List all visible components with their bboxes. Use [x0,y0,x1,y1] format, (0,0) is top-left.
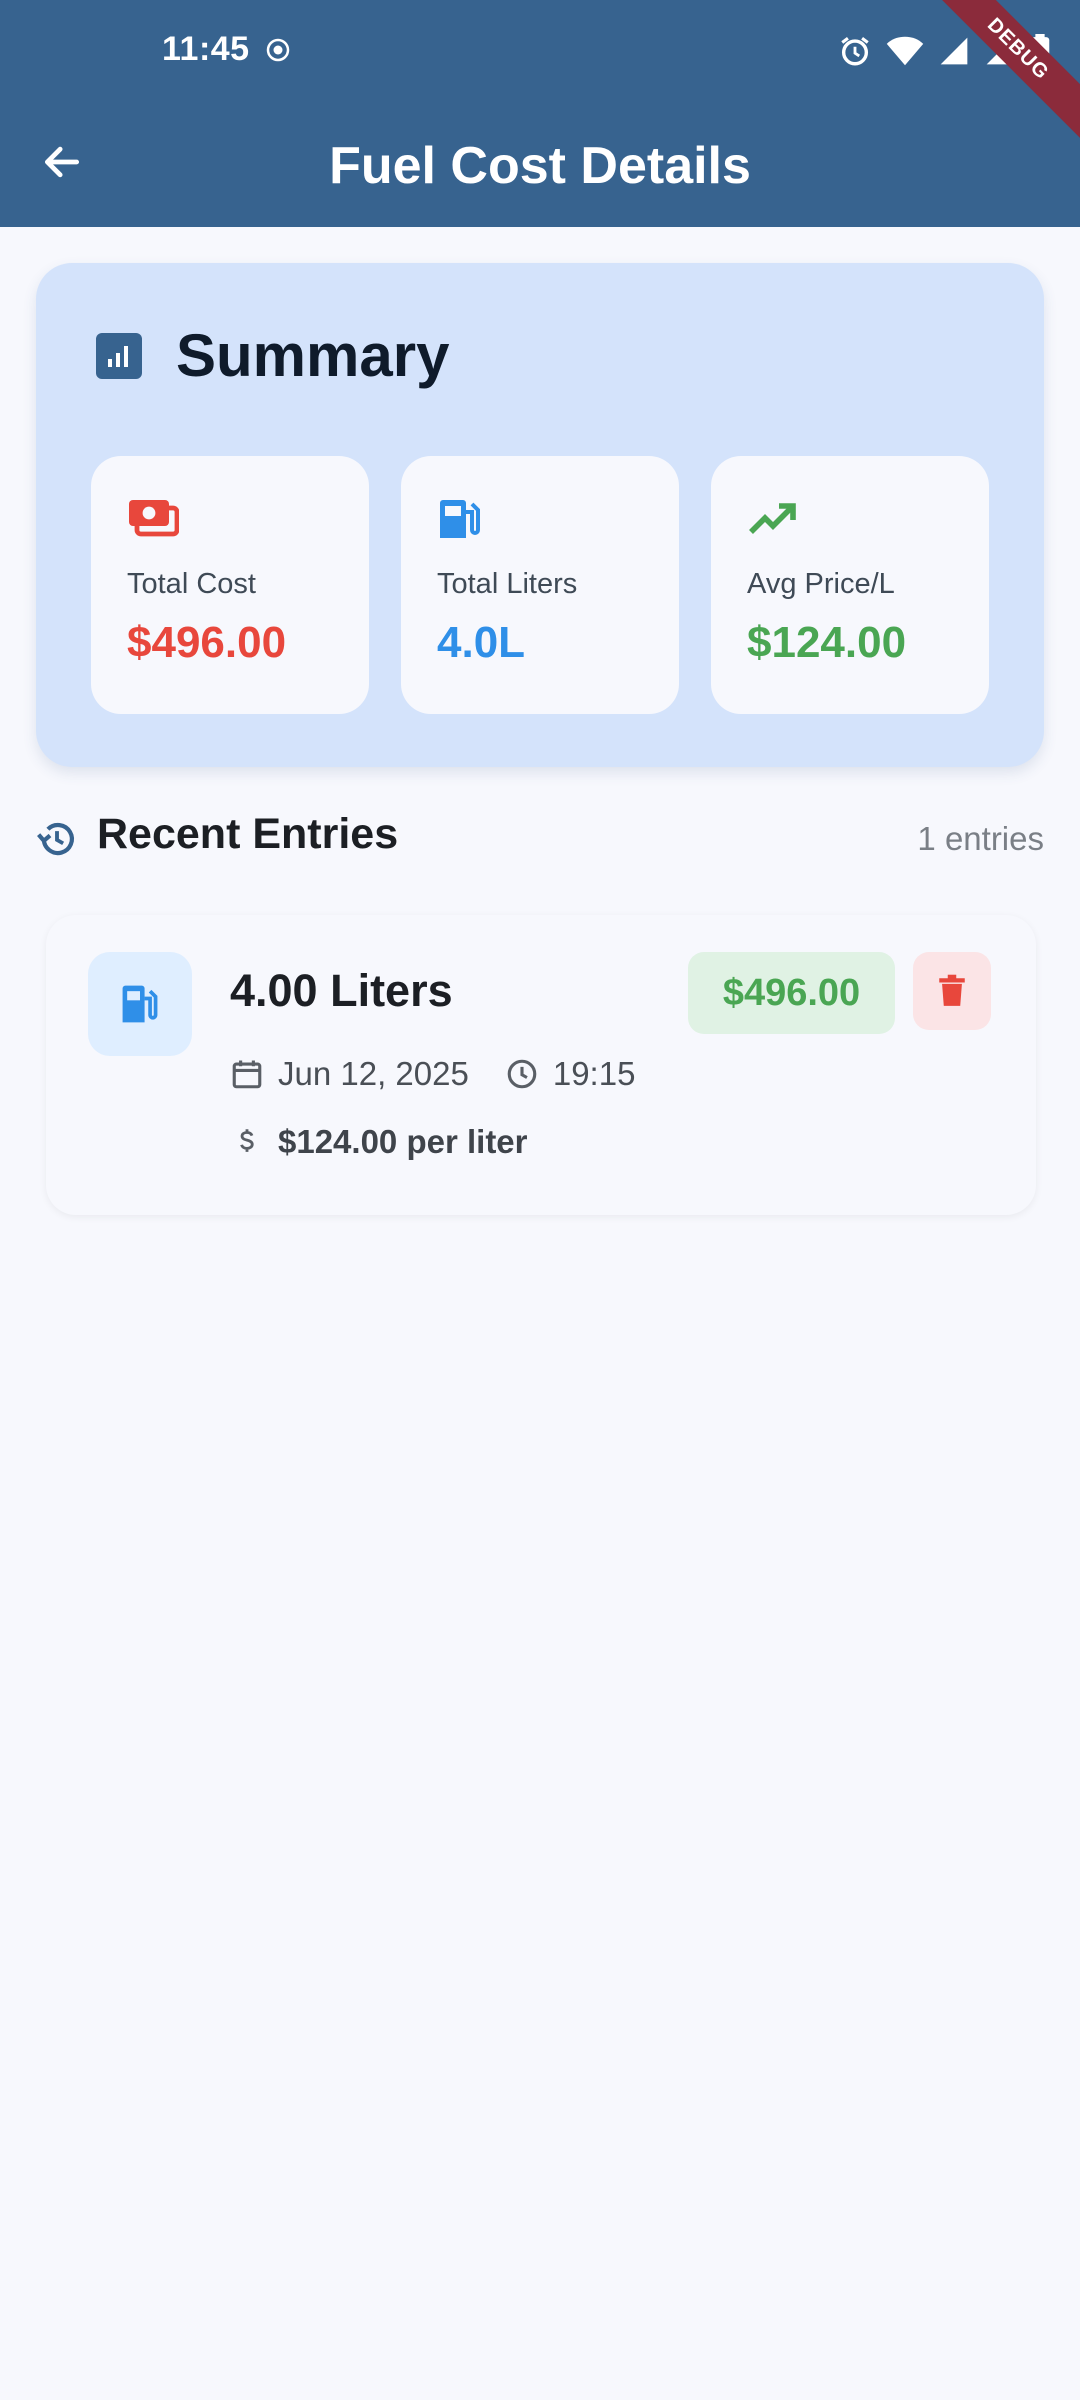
wifi-icon [886,36,924,66]
stat-label: Total Cost [127,568,256,600]
app-bar: 11:45 DEBUG Fuel Cost Details [0,0,1080,227]
stat-label: Total Liters [437,568,578,600]
entries-count: 1 entries [917,820,1044,857]
status-dot-icon [266,38,290,62]
alarm-icon [841,37,869,66]
bar-chart-icon [96,333,142,379]
entry-datetime-row: Jun 12, 2025 19:15 [230,1055,635,1093]
calendar-icon [232,1060,262,1089]
page-title: Fuel Cost Details [329,137,751,195]
entry-amount-badge: $496.00 [688,952,895,1034]
dollar-icon [240,1129,254,1152]
status-time: 11:45 [162,30,250,68]
delete-button[interactable] [913,952,991,1030]
history-icon [37,822,74,856]
stat-value: $496.00 [127,618,287,667]
stat-total-liters: Total Liters 4.0L [401,456,679,714]
fuel-pump-icon [440,500,480,538]
recent-entries-title: Recent Entries [97,810,399,858]
summary-title: Summary [176,322,450,389]
entry-icon [88,952,192,1056]
debug-banner: DEBUG [919,0,1080,148]
signal-icon [940,37,968,65]
money-icon [129,500,179,537]
trending-up-icon [749,503,796,534]
fuel-pump-icon [122,985,158,1023]
stat-value: 4.0L [437,618,526,667]
entry-time: 19:15 [552,1055,636,1092]
entry-price-row: $124.00 per liter [230,1123,528,1161]
stat-value: $124.00 [747,618,907,667]
stat-avg-price: Avg Price/L $124.00 [711,456,989,714]
stat-total-cost: Total Cost $496.00 [91,456,369,714]
entry-title: 4.00 Liters [230,965,453,1016]
entry-date: Jun 12, 2025 [278,1055,469,1092]
trash-icon [939,974,965,1006]
clock-icon [507,1059,537,1089]
entry-price-per-liter: $124.00 per liter [278,1123,528,1160]
entry-card[interactable]: 4.00 Liters $496.00 Jun 12, 2025 19:15 $… [46,915,1036,1215]
stat-label: Avg Price/L [747,568,895,600]
summary-card: Summary Total Cost $496.00 Total Liters … [36,263,1044,767]
